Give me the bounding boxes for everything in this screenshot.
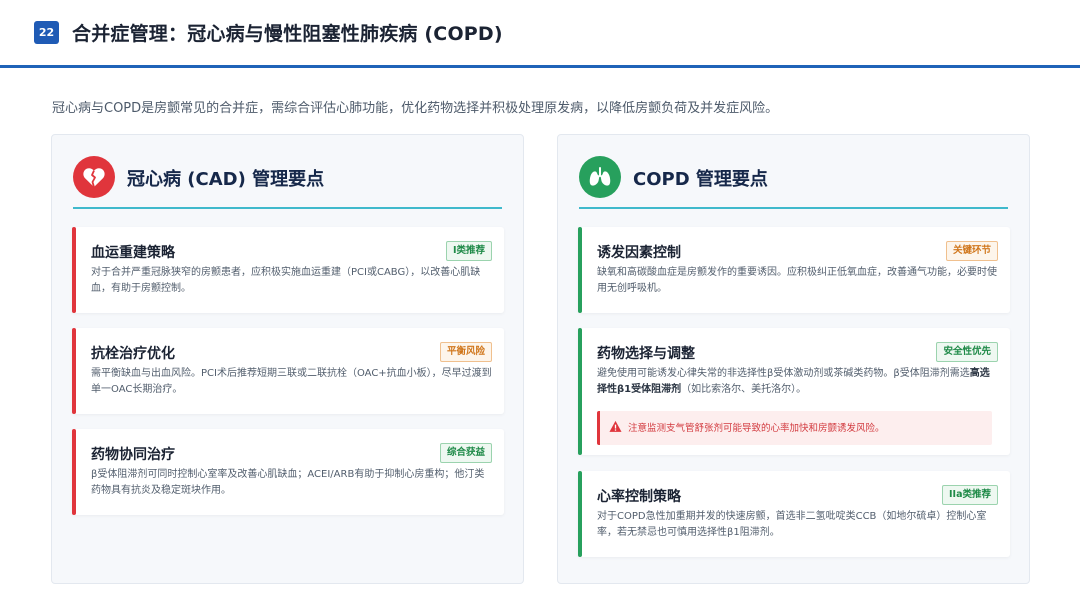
card-body: 缺氧和高碳酸血症是房颤发作的重要诱因。应积极纠正低氧血症，改善通气功能，必要时使… bbox=[597, 267, 997, 294]
cad-panel-header: 冠心病 (CAD) 管理要点 bbox=[73, 156, 503, 200]
copd-card-rate-control: 心率控制策略 IIa类推荐 对于COPD急性加重期并发的快速房颤，首选非二氢吡啶… bbox=[578, 471, 1010, 557]
card-accent-bar bbox=[72, 227, 76, 313]
card-body-text: （如比索洛尔、美托洛尔）。 bbox=[681, 384, 807, 395]
copd-panel: COPD 管理要点 诱发因素控制 关键环节 缺氧和高碳酸血症是房颤发作的重要诱因… bbox=[557, 134, 1030, 584]
recommendation-badge: 关键环节 bbox=[945, 241, 998, 261]
slide-title: 合并症管理：冠心病与慢性阻塞性肺疾病 (COPD) bbox=[72, 23, 503, 45]
card-body: 对于合并严重冠脉狭窄的房颤患者，应积极实施血运重建（PCI或CABG），以改善心… bbox=[91, 267, 481, 294]
card-body: β受体阻滞剂可同时控制心室率及改善心肌缺血；ACEI/ARB有助于抑制心房重构；… bbox=[91, 469, 485, 496]
card-title: 药物协同治疗 bbox=[91, 447, 175, 463]
recommendation-badge: 安全性优先 bbox=[936, 342, 998, 362]
cad-card-revascularization: 血运重建策略 I类推荐 对于合并严重冠脉狭窄的房颤患者，应积极实施血运重建（PC… bbox=[72, 227, 504, 313]
cad-card-drug-synergy: 药物协同治疗 综合获益 β受体阻滞剂可同时控制心室率及改善心肌缺血；ACEI/A… bbox=[72, 429, 504, 515]
cad-title-divider bbox=[73, 207, 502, 209]
card-title: 心率控制策略 bbox=[597, 489, 681, 505]
recommendation-badge: 平衡风险 bbox=[439, 342, 492, 362]
page-number-badge: 22 bbox=[34, 21, 59, 44]
slide-header: 22 合并症管理：冠心病与慢性阻塞性肺疾病 (COPD) bbox=[0, 0, 1080, 68]
card-accent-bar bbox=[72, 429, 76, 515]
card-accent-bar bbox=[578, 328, 582, 455]
warning-callout: 注意监测支气管舒张剂可能导致的心率加快和房颤诱发风险。 bbox=[597, 411, 992, 445]
recommendation-badge: 综合获益 bbox=[439, 443, 492, 463]
warning-text: 注意监测支气管舒张剂可能导致的心率加快和房颤诱发风险。 bbox=[628, 423, 885, 434]
card-accent-bar bbox=[578, 227, 582, 313]
recommendation-badge: IIa类推荐 bbox=[942, 485, 998, 505]
card-body: 对于COPD急性加重期并发的快速房颤，首选非二氢吡啶类CCB（如地尔硫卓）控制心… bbox=[597, 511, 987, 538]
copd-title-divider bbox=[579, 207, 1008, 209]
card-body: 需平衡缺血与出血风险。PCI术后推荐短期三联或二联抗栓（OAC+抗血小板），尽早… bbox=[91, 368, 492, 395]
card-title: 诱发因素控制 bbox=[597, 245, 681, 261]
copd-panel-title: COPD 管理要点 bbox=[633, 169, 768, 190]
cad-card-antithrombotic: 抗栓治疗优化 平衡风险 需平衡缺血与出血风险。PCI术后推荐短期三联或二联抗栓（… bbox=[72, 328, 504, 414]
cad-panel: 冠心病 (CAD) 管理要点 血运重建策略 I类推荐 对于合并严重冠脉狭窄的房颤… bbox=[51, 134, 524, 584]
card-title: 抗栓治疗优化 bbox=[91, 346, 175, 362]
copd-panel-header: COPD 管理要点 bbox=[579, 156, 1009, 200]
broken-heart-icon bbox=[73, 156, 115, 198]
card-accent-bar bbox=[578, 471, 582, 557]
cad-panel-title: 冠心病 (CAD) 管理要点 bbox=[127, 169, 325, 190]
recommendation-badge: I类推荐 bbox=[445, 241, 492, 261]
card-title: 药物选择与调整 bbox=[597, 346, 695, 362]
card-body-text: 避免使用可能诱发心律失常的非选择性β受体激动剂或茶碱类药物。β受体阻滞剂需选 bbox=[597, 368, 970, 379]
card-title: 血运重建策略 bbox=[91, 245, 175, 261]
copd-card-drug-selection: 药物选择与调整 安全性优先 避免使用可能诱发心律失常的非选择性β受体激动剂或茶碱… bbox=[578, 328, 1010, 455]
warning-icon bbox=[609, 420, 622, 432]
card-body: 避免使用可能诱发心律失常的非选择性β受体激动剂或茶碱类药物。β受体阻滞剂需选高选… bbox=[597, 366, 999, 398]
lungs-icon bbox=[579, 156, 621, 198]
copd-card-trigger-control: 诱发因素控制 关键环节 缺氧和高碳酸血症是房颤发作的重要诱因。应积极纠正低氧血症… bbox=[578, 227, 1010, 313]
intro-text: 冠心病与COPD是房颤常见的合并症，需综合评估心肺功能，优化药物选择并积极处理原… bbox=[52, 101, 779, 116]
card-accent-bar bbox=[72, 328, 76, 414]
